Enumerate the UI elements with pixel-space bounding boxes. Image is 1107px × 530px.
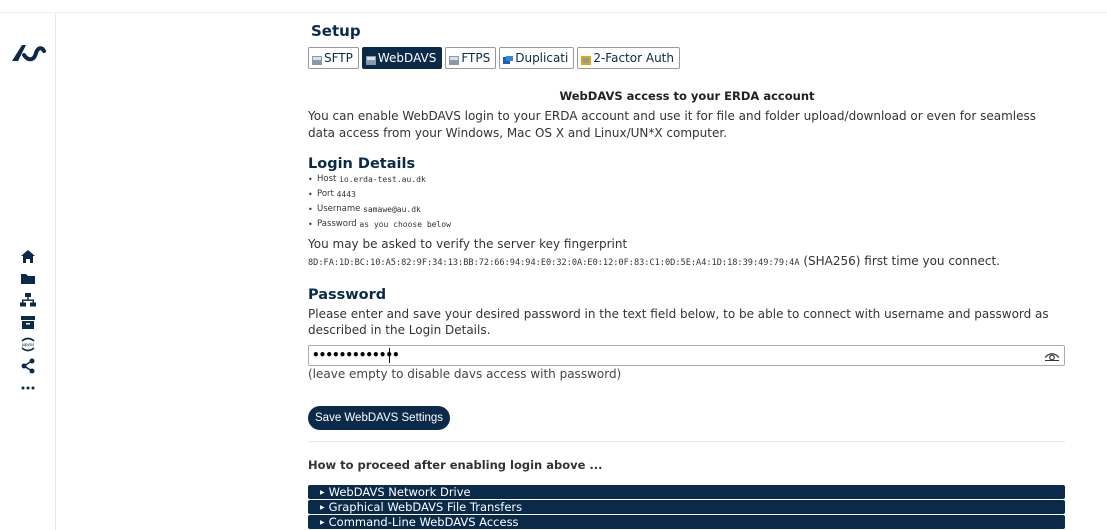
list-item: • Password as you choose below <box>308 217 451 232</box>
sftp-icon <box>312 54 322 65</box>
duplicati-icon <box>503 54 514 64</box>
password-value: ••••••••••••• <box>312 348 400 362</box>
detail-value: 4443 <box>336 190 356 199</box>
sidebar-nav: jupyter <box>0 245 55 399</box>
detail-value: samawe@au.dk <box>363 205 421 214</box>
fingerprint-value: 8D:FA:1D:BC:10:A5:82:9F:34:13:BB:72:66:9… <box>308 258 800 268</box>
tab-label: 2-Factor Auth <box>593 51 674 65</box>
top-border <box>0 12 1107 13</box>
jupyter-text: jupyter <box>20 342 34 347</box>
accordion-label: WebDAVS Network Drive <box>328 485 471 499</box>
login-details-list: • Host io.erda-test.au.dk • Port 4443 • Use… <box>308 172 451 232</box>
detail-label: Username <box>317 204 361 214</box>
accordion-label: Graphical WebDAVS File Transfers <box>328 500 523 514</box>
caret-right-icon: ▶ <box>320 488 325 496</box>
list-item: • Port 4443 <box>308 187 451 202</box>
sidebar-item-network[interactable] <box>0 289 55 311</box>
home-icon <box>20 249 36 264</box>
accordion: ▶ WebDAVS Network Drive ▶ Graphical WebDAV… <box>308 485 1065 530</box>
setup-tabs: SFTP WebDAVS FTPS Duplicati 2-Factor Aut… <box>308 47 680 69</box>
section-title: WebDAVS access to your ERDA account <box>559 89 815 103</box>
sidebar-item-home[interactable] <box>0 245 55 267</box>
eye-icon[interactable] <box>1044 349 1060 368</box>
text-caret <box>389 348 390 363</box>
list-item: • Username samawe@au.dk <box>308 202 451 217</box>
list-item: • Host io.erda-test.au.dk <box>308 172 451 187</box>
sidebar: jupyter <box>0 13 56 530</box>
tab-label: SFTP <box>324 51 353 65</box>
login-details-heading: Login Details <box>308 156 416 172</box>
accordion-command-line[interactable]: ▶ Command-Line WebDAVS Access <box>308 515 1065 529</box>
caret-right-icon: ▶ <box>320 518 325 526</box>
sidebar-item-files[interactable] <box>0 267 55 289</box>
proceed-heading: How to proceed after enabling login abov… <box>308 458 603 472</box>
detail-label: Password <box>317 219 357 229</box>
fingerprint-suffix: (SHA256) first time you connect. <box>799 254 1000 268</box>
accordion-graphical-transfers[interactable]: ▶ Graphical WebDAVS File Transfers <box>308 500 1065 514</box>
fingerprint-line: 8D:FA:1D:BC:10:A5:82:9F:34:13:BB:72:66:9… <box>308 254 1000 268</box>
tab-label: Duplicati <box>515 51 569 65</box>
ftps-icon <box>449 54 460 65</box>
tab-webdavs[interactable]: WebDAVS <box>361 47 443 69</box>
caret-right-icon: ▶ <box>320 503 325 511</box>
network-icon <box>19 292 36 308</box>
page-title: Setup <box>311 22 361 40</box>
tab-label: WebDAVS <box>377 51 437 65</box>
save-webdavs-button[interactable]: Save WebDAVS Settings <box>308 406 451 430</box>
webdavs-icon <box>365 54 376 65</box>
sidebar-item-more[interactable] <box>0 377 55 399</box>
accordion-label: Command-Line WebDAVS Access <box>328 515 519 529</box>
folder-icon <box>20 272 36 285</box>
tab-sftp[interactable]: SFTP <box>308 47 359 69</box>
password-heading: Password <box>308 287 387 303</box>
intro-text: You can enable WebDAVS login to your ERD… <box>308 109 1037 140</box>
accordion-network-drive[interactable]: ▶ WebDAVS Network Drive <box>308 485 1065 499</box>
tab-2fa[interactable]: 2-Factor Auth <box>577 47 680 69</box>
password-hint: (leave empty to disable davs access with… <box>308 367 622 381</box>
jupyter-icon: jupyter <box>19 335 37 353</box>
divider <box>308 441 1065 442</box>
detail-label: Port <box>317 189 334 199</box>
sidebar-item-archives[interactable] <box>0 311 55 333</box>
au-logo[interactable] <box>10 41 46 63</box>
verify-text: You may be asked to verify the server ke… <box>308 237 628 251</box>
password-description: Please enter and save your desired passw… <box>308 307 1049 337</box>
more-icon <box>21 386 35 390</box>
detail-value: as you choose below <box>359 220 451 229</box>
share-icon <box>20 358 36 374</box>
detail-label: Host <box>317 174 337 184</box>
detail-value: io.erda-test.au.dk <box>339 175 426 184</box>
sidebar-item-share[interactable] <box>0 355 55 377</box>
password-field[interactable]: ••••••••••••• <box>308 345 1065 366</box>
tab-ftps[interactable]: FTPS <box>445 47 497 69</box>
archive-icon <box>20 315 36 330</box>
2fa-icon <box>581 54 592 65</box>
sidebar-item-jupyter[interactable]: jupyter <box>0 333 55 355</box>
tab-duplicati[interactable]: Duplicati <box>499 47 575 69</box>
tab-label: FTPS <box>461 51 491 65</box>
